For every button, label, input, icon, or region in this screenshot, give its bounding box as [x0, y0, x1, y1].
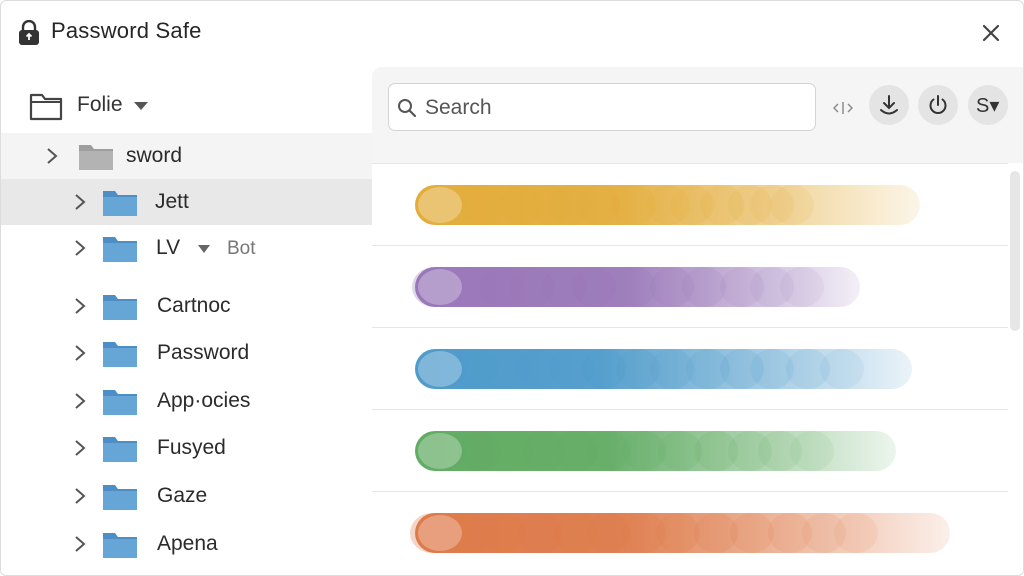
folder-icon — [103, 485, 137, 510]
entry-bar-blob — [770, 185, 814, 225]
folder-icon — [103, 390, 137, 415]
search-box[interactable] — [388, 83, 816, 131]
scrollbar[interactable] — [1010, 171, 1020, 331]
tree-item[interactable]: Jett — [1, 179, 372, 225]
folder-icon — [103, 437, 137, 462]
folder-icon — [103, 533, 137, 558]
chevron-right-icon — [75, 440, 86, 456]
folder-selector-label: Folie — [77, 93, 123, 116]
entry-color-bar — [415, 431, 896, 471]
tree-item-badge: Bot — [227, 238, 256, 259]
download-button[interactable] — [869, 85, 909, 125]
tree-item-label: sword — [126, 144, 183, 167]
main-pane: S▾ — [372, 67, 1023, 575]
tree-item[interactable]: App·ocies — [1, 378, 372, 424]
entry-color-bar — [415, 185, 920, 225]
power-icon — [929, 95, 947, 114]
tree-item[interactable]: Cartnoc — [1, 283, 372, 329]
chevron-down-icon[interactable] — [197, 244, 211, 254]
entry-color-bar — [412, 267, 860, 307]
list-item[interactable] — [372, 163, 1008, 246]
tree-item-label: Password — [157, 341, 250, 364]
entry-bar-highlight — [418, 351, 462, 387]
tree-item[interactable]: Apena — [1, 521, 372, 567]
list-item[interactable] — [372, 491, 1008, 574]
toolbar: S▾ — [372, 67, 1023, 163]
chevron-right-icon — [75, 536, 86, 552]
search-icon — [398, 99, 417, 118]
chevron-right-icon — [75, 240, 86, 256]
entry-bar-blob — [790, 431, 834, 471]
entry-bar-highlight — [418, 269, 462, 305]
entry-bar-blob — [820, 349, 864, 389]
app-title: Password Safe — [51, 18, 202, 43]
entry-bar-blob — [612, 267, 656, 307]
list-item[interactable] — [372, 327, 1008, 410]
entry-color-bar — [415, 349, 912, 389]
chevron-down-icon — [134, 102, 148, 110]
sort-button-label: S▾ — [976, 95, 1000, 117]
entry-bar-blob — [682, 267, 726, 307]
chevron-right-icon — [75, 393, 86, 409]
entry-bar-blob — [834, 513, 878, 553]
title-bar: Password Safe — [1, 1, 1023, 63]
chevron-right-icon — [75, 488, 86, 504]
list-item[interactable] — [372, 245, 1008, 328]
folder-outline-icon — [29, 93, 63, 121]
search-input[interactable] — [423, 92, 807, 124]
tree-item-label: LV — [156, 236, 181, 259]
tree-item-label: Cartnoc — [157, 294, 231, 317]
entry-bar-highlight — [418, 187, 462, 223]
entry-list — [372, 163, 1023, 575]
sort-button[interactable]: S▾ — [968, 85, 1008, 125]
entry-bar-blob — [460, 185, 504, 225]
folder-icon — [103, 342, 137, 367]
tree-item-label: App·ocies — [157, 389, 251, 412]
entry-color-bar — [410, 513, 950, 553]
download-icon — [880, 95, 898, 115]
entry-bar-blob — [572, 267, 616, 307]
entry-bar-blob — [656, 513, 700, 553]
tree-item-label: Gaze — [157, 484, 208, 507]
tree-item[interactable]: Password — [1, 330, 372, 376]
resize-handle-icon[interactable] — [830, 99, 856, 117]
chevron-right-icon — [75, 194, 86, 210]
tree-item-label: Jett — [155, 190, 189, 213]
folder-icon — [103, 237, 137, 262]
close-icon[interactable] — [977, 19, 1005, 47]
chevron-right-icon — [75, 298, 86, 314]
tree-item[interactable]: LV Bot — [1, 225, 372, 271]
entry-bar-blob — [730, 513, 774, 553]
folder-icon — [103, 191, 137, 216]
tree-item-label: Fusyed — [157, 436, 226, 459]
chevron-right-icon — [47, 148, 58, 164]
entry-bar-blob — [780, 267, 824, 307]
folder-selector[interactable]: Folie — [1, 85, 372, 129]
folder-icon — [79, 145, 113, 170]
lock-icon — [19, 20, 39, 45]
sidebar: Folie sword Jett LV Bot Cartnoc Password… — [1, 63, 372, 575]
chevron-right-icon — [75, 345, 86, 361]
tree-item-root[interactable]: sword — [1, 133, 372, 179]
entry-bar-highlight — [418, 433, 462, 469]
tree-item[interactable]: Gaze — [1, 473, 372, 519]
folder-icon — [103, 295, 137, 320]
tree-item-label: Apena — [157, 532, 218, 555]
app-window: Password Safe Folie sword Jett LV Bot Ca… — [0, 0, 1024, 576]
lock-session-button[interactable] — [918, 85, 958, 125]
list-item[interactable] — [372, 409, 1008, 492]
entry-bar-highlight — [418, 515, 462, 551]
tree-item[interactable]: Fusyed — [1, 425, 372, 471]
